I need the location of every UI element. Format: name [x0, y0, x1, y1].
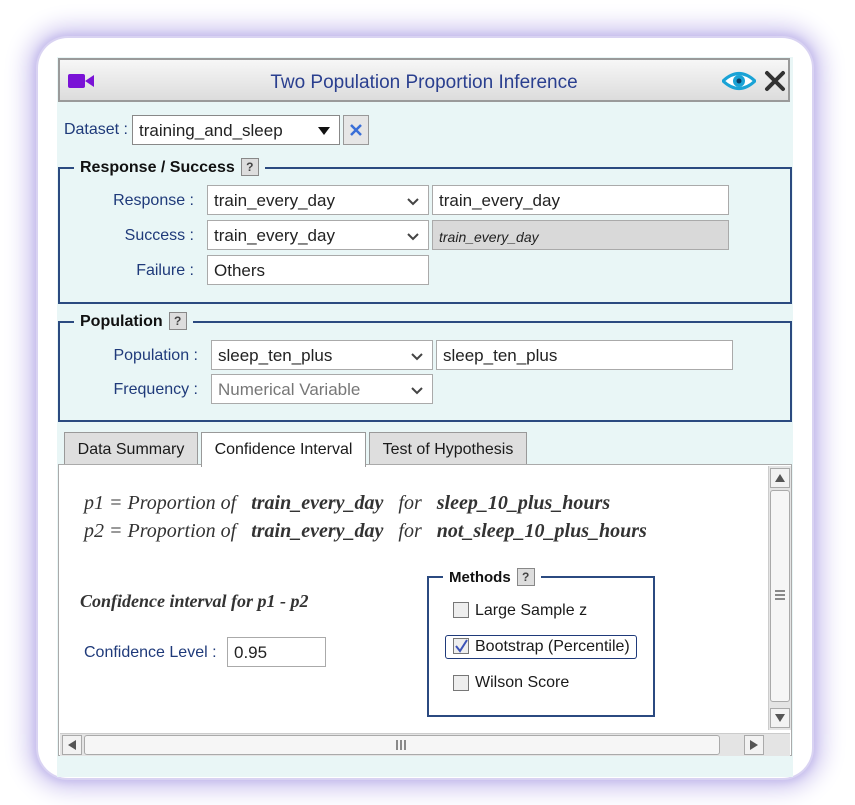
method-label-large-sample-z: Large Sample z: [475, 602, 588, 619]
tab-data-summary[interactable]: Data Summary: [64, 432, 198, 465]
chevron-down-icon: [411, 387, 423, 395]
arrow-left-icon: [68, 740, 76, 750]
p2-variable: train_every_day: [251, 520, 384, 542]
clear-dataset-button[interactable]: [343, 115, 369, 145]
response-success-legend: Response / Success: [80, 159, 235, 176]
vertical-scrollbar[interactable]: [768, 466, 791, 730]
window-title: Two Population Proportion Inference: [270, 72, 578, 93]
failure-text-field[interactable]: Others: [207, 255, 429, 285]
close-icon[interactable]: [764, 70, 786, 92]
p1-group: sleep_10_plus_hours: [436, 492, 611, 514]
response-help-icon[interactable]: ?: [240, 158, 259, 176]
methods-legend: Methods: [449, 569, 511, 586]
methods-help-icon[interactable]: ?: [516, 568, 535, 586]
tab-test-of-hypothesis[interactable]: Test of Hypothesis: [369, 432, 527, 465]
dataset-select-value: training_and_sleep: [139, 121, 283, 140]
scroll-left-button[interactable]: [62, 735, 82, 755]
success-text-field: train_every_day: [432, 220, 729, 250]
population-legend: Population: [80, 313, 163, 330]
eye-icon[interactable]: [722, 70, 756, 92]
caret-down-icon: [318, 127, 330, 135]
p1-prefix: p1 = Proportion of: [84, 492, 237, 514]
arrow-up-icon: [775, 474, 785, 482]
checkbox-large-sample-z[interactable]: [453, 602, 469, 618]
p1-definition: p1 = Proportion of train_every_day for s…: [84, 492, 610, 515]
chevron-down-icon: [411, 353, 423, 361]
p2-definition: p2 = Proportion of train_every_day for n…: [84, 520, 647, 543]
confidence-level-input[interactable]: 0.95: [227, 637, 326, 667]
scroll-down-button[interactable]: [770, 708, 790, 728]
frequency-label: Frequency :: [113, 381, 198, 398]
title-bar: Two Population Proportion Inference: [58, 58, 790, 102]
chevron-down-icon: [407, 233, 419, 241]
horizontal-scroll-thumb[interactable]: [84, 735, 720, 755]
horizontal-scrollbar[interactable]: [60, 733, 790, 756]
success-select-value: train_every_day: [214, 226, 335, 245]
success-select[interactable]: train_every_day: [207, 220, 429, 250]
dataset-label: Dataset :: [63, 121, 128, 138]
response-select[interactable]: train_every_day: [207, 185, 429, 215]
p2-prefix: p2 = Proportion of: [84, 520, 237, 542]
arrow-down-icon: [775, 714, 785, 722]
frequency-select[interactable]: Numerical Variable: [211, 374, 433, 404]
scroll-right-button[interactable]: [744, 735, 764, 755]
arrow-right-icon: [750, 740, 758, 750]
population-text-field[interactable]: sleep_ten_plus: [436, 340, 733, 370]
population-label: Population :: [113, 347, 198, 364]
p1-for: for: [398, 492, 422, 514]
success-label: Success :: [124, 227, 194, 244]
dataset-select[interactable]: training_and_sleep: [132, 115, 340, 145]
population-help-icon[interactable]: ?: [168, 312, 187, 330]
p1-variable: train_every_day: [251, 492, 384, 514]
checkbox-bootstrap-percentile[interactable]: [453, 638, 469, 654]
checkbox-wilson-score[interactable]: [453, 675, 469, 691]
method-label-wilson-score: Wilson Score: [475, 674, 570, 691]
vertical-scroll-thumb[interactable]: [770, 490, 790, 702]
population-select[interactable]: sleep_ten_plus: [211, 340, 433, 370]
confidence-level-label: Confidence Level :: [84, 644, 217, 661]
checkmark-icon: [455, 639, 468, 653]
population-select-value: sleep_ten_plus: [218, 346, 333, 365]
scroll-up-button[interactable]: [770, 468, 790, 488]
grip-icon: [775, 590, 785, 600]
p2-for: for: [398, 520, 422, 542]
response-label: Response :: [113, 192, 194, 209]
grip-icon: [396, 740, 406, 750]
p2-group: not_sleep_10_plus_hours: [436, 520, 647, 542]
frequency-select-value: Numerical Variable: [218, 380, 361, 399]
clear-icon: [350, 124, 362, 136]
failure-label: Failure :: [136, 262, 194, 279]
chevron-down-icon: [407, 198, 419, 206]
response-select-value: train_every_day: [214, 191, 335, 210]
tab-confidence-interval[interactable]: Confidence Interval: [201, 432, 366, 467]
method-label-bootstrap-percentile: Bootstrap (Percentile): [475, 638, 630, 655]
ci-heading: Confidence interval for p1 - p2: [80, 591, 309, 611]
response-text-field[interactable]: train_every_day: [432, 185, 729, 215]
